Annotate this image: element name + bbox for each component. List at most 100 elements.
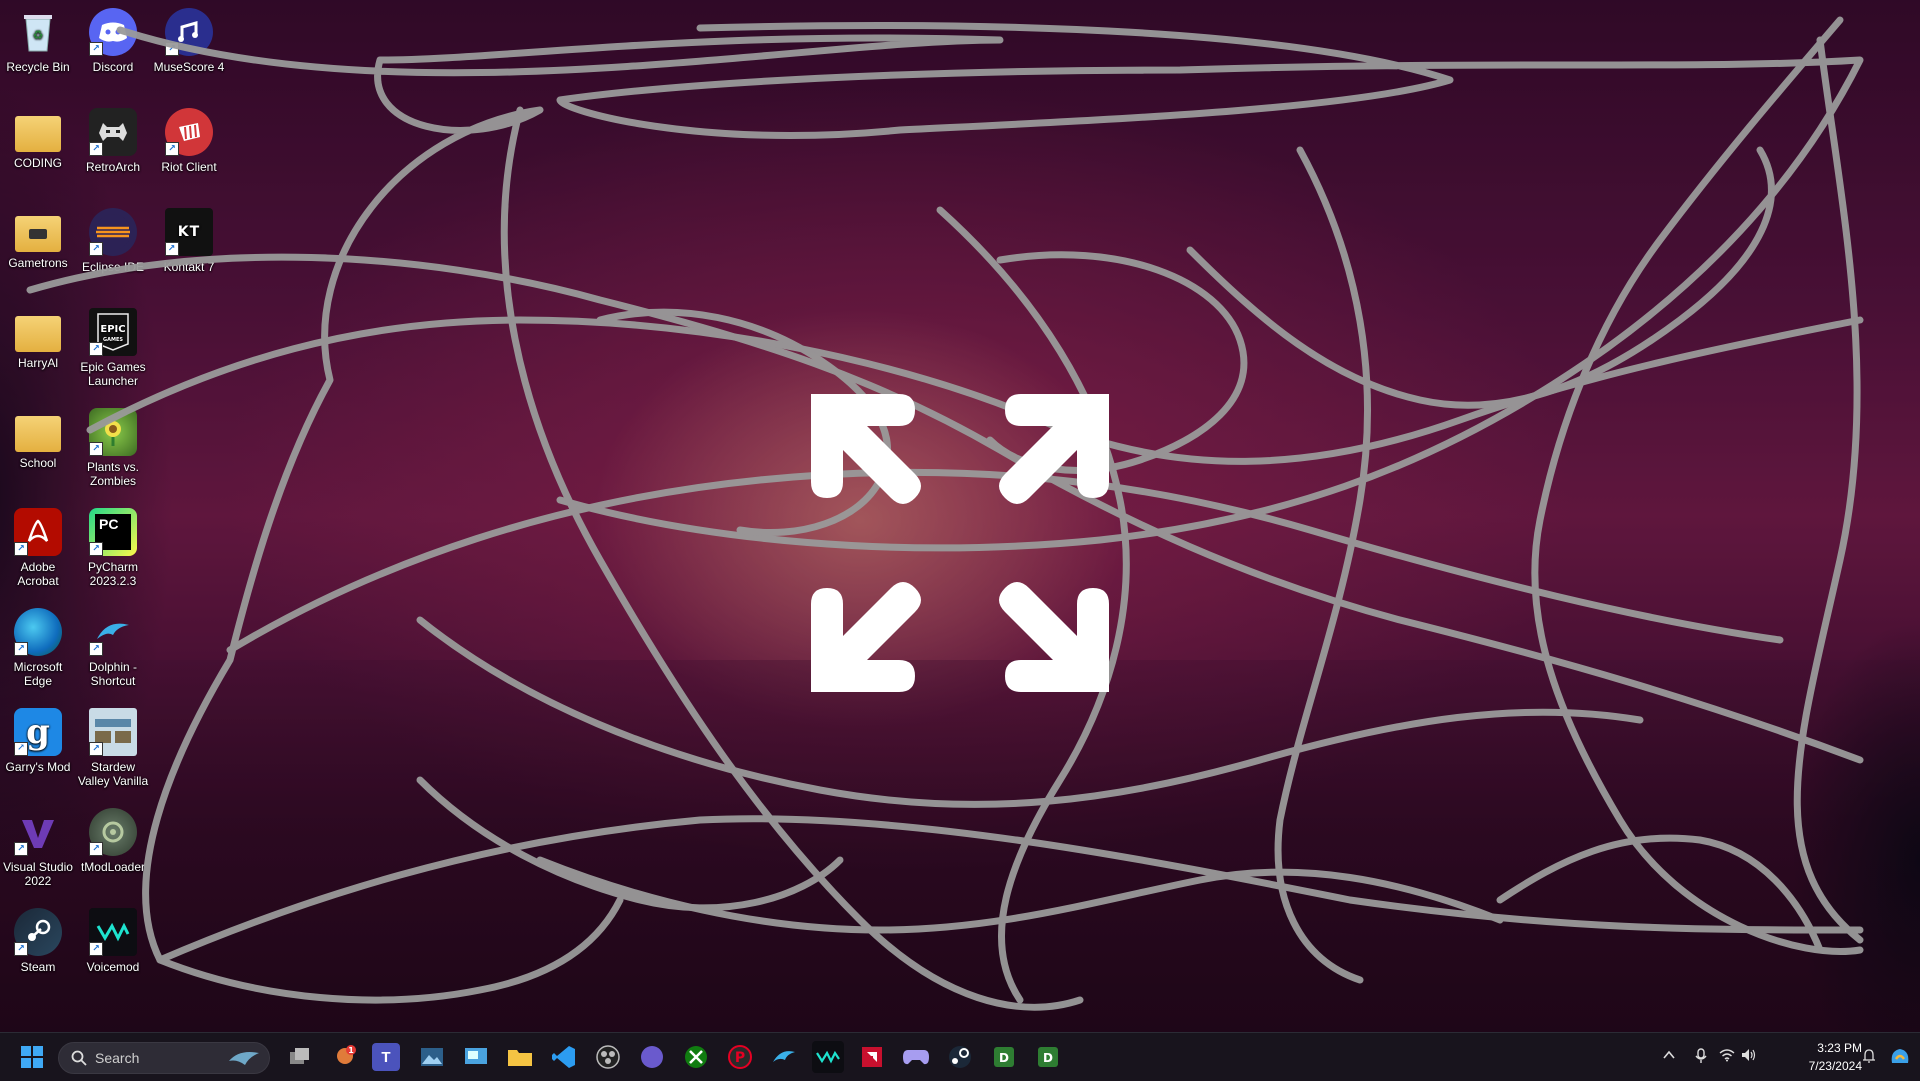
fullscreen-expand-icon[interactable] — [795, 378, 1125, 708]
start-button[interactable] — [16, 1041, 48, 1073]
desktop-icon-coding[interactable]: CODING — [0, 104, 76, 170]
tray-wifi[interactable] — [1718, 1048, 1736, 1066]
shortcut-arrow-icon: ↗ — [89, 342, 103, 356]
widgets-weather-icon: 1 — [337, 1045, 356, 1064]
desktop-icon-retroarch[interactable]: ↗ RetroArch — [75, 104, 151, 174]
desktop-icon-label: Eclipse IDE — [81, 260, 145, 274]
desktop-icon-visual-studio[interactable]: ↗ Visual Studio 2022 — [0, 804, 76, 888]
desktop-icon-tmodloader[interactable]: ↗ tModLoader — [75, 804, 151, 874]
discord-icon: ↗ — [89, 8, 137, 56]
desktop-icon-edge[interactable]: ↗ Microsoft Edge — [0, 604, 76, 688]
taskbar-app-amd[interactable] — [856, 1041, 888, 1073]
desktop-icon-gametrons[interactable]: Gametrons — [0, 204, 76, 270]
tray-copilot[interactable] — [1888, 1045, 1912, 1069]
svg-text:GAMES: GAMES — [103, 337, 123, 343]
desktop-icon-label: Steam — [20, 960, 56, 974]
svg-text:♻: ♻ — [33, 28, 44, 42]
recycle-bin-icon: ♻ — [14, 8, 62, 56]
desktop-icon-label: Adobe Acrobat — [17, 560, 59, 588]
taskbar-app-widgets[interactable]: 1 — [328, 1041, 360, 1073]
desktop-icon-harryal[interactable]: HarryAl — [0, 304, 76, 370]
voicemod-taskbar-icon — [816, 1050, 840, 1064]
obs-icon — [596, 1045, 620, 1069]
tray-microphone[interactable] — [1692, 1048, 1710, 1066]
desktop-icon-stardew[interactable]: ↗ Stardew Valley Vanilla — [75, 704, 151, 788]
taskbar-app-d-green-2[interactable]: D — [1032, 1041, 1064, 1073]
desktop-icon-epic-games[interactable]: EPIC GAMES ↗ Epic Games Launcher — [75, 304, 151, 388]
desktop-icon-label: Stardew Valley Vanilla — [77, 760, 149, 788]
desktop-icon-label: MuseScore 4 — [153, 60, 225, 74]
folder-icon — [15, 116, 61, 152]
desktop-icon-dolphin[interactable]: ↗ Dolphin - Shortcut — [75, 604, 151, 688]
shortcut-arrow-icon: ↗ — [165, 142, 179, 156]
desktop-icon-garrys-mod[interactable]: g ↗ Garry's Mod — [0, 704, 76, 774]
shortcut-arrow-icon: ↗ — [14, 942, 28, 956]
desktop-icon-label: CODING — [14, 156, 62, 170]
taskbar-app-control-panel[interactable] — [460, 1041, 492, 1073]
taskbar-app-pinterest[interactable]: P — [724, 1041, 756, 1073]
clock-date: 7/23/2024 — [1808, 1059, 1862, 1073]
shortcut-arrow-icon: ↗ — [165, 42, 179, 56]
desktop-icon-label: Dolphin - Shortcut — [88, 660, 138, 688]
task-view-button[interactable] — [284, 1041, 316, 1073]
tray-volume[interactable] — [1740, 1048, 1758, 1066]
desktop-icon-voicemod[interactable]: ↗ Voicemod — [75, 904, 151, 974]
desktop-icon-recycle-bin[interactable]: ♻ Recycle Bin — [0, 4, 76, 74]
taskbar-app-obs[interactable] — [592, 1041, 624, 1073]
tray-overflow-chevron[interactable] — [1660, 1048, 1678, 1066]
desktop-icon-eclipse[interactable]: ↗ Eclipse IDE — [75, 204, 151, 274]
shortcut-arrow-icon: ↗ — [89, 242, 103, 256]
vscode-icon — [552, 1046, 575, 1068]
desktop-icon-label: Gametrons — [8, 256, 68, 270]
desktop-icon-label: Riot Client — [161, 160, 217, 174]
shortcut-arrow-icon: ↗ — [14, 742, 28, 756]
voicemod-icon: ↗ — [89, 908, 137, 956]
desktop-icon-kontakt[interactable]: KT ↗ Kontakt 7 — [151, 204, 227, 274]
desktop-icon-discord[interactable]: ↗ Discord — [75, 4, 151, 74]
shortcut-arrow-icon: ↗ — [89, 142, 103, 156]
taskbar-search-box[interactable]: Search — [58, 1042, 270, 1074]
clock-time: 3:23 PM — [1817, 1041, 1862, 1055]
d-app-icon: D — [994, 1047, 1014, 1067]
taskbar-app-dolphin[interactable] — [768, 1041, 800, 1073]
shortcut-arrow-icon: ↗ — [89, 42, 103, 56]
svg-text:EPIC: EPIC — [100, 324, 125, 335]
windows-logo-icon — [21, 1046, 43, 1068]
shortcut-arrow-icon: ↗ — [89, 442, 103, 456]
adobe-acrobat-icon: ↗ — [14, 508, 62, 556]
shortcut-arrow-icon: ↗ — [89, 842, 103, 856]
visual-studio-icon: ↗ — [14, 808, 62, 856]
d-app-icon: D — [1038, 1047, 1058, 1067]
amd-icon — [862, 1047, 882, 1067]
desktop-icon-riot-client[interactable]: ↗ Riot Client — [151, 104, 227, 174]
taskbar-app-d-green-1[interactable]: D — [988, 1041, 1020, 1073]
desktop-icon-label: Visual Studio 2022 — [3, 860, 73, 888]
shortcut-arrow-icon: ↗ — [89, 742, 103, 756]
desktop-icon-musescore[interactable]: ↗ MuseScore 4 — [151, 4, 227, 74]
desktop-icon-pycharm[interactable]: PC ↗ PyCharm 2023.2.3 — [75, 504, 151, 588]
desktop-icon-label: tModLoader — [80, 860, 146, 874]
desktop-icon-steam[interactable]: ↗ Steam — [0, 904, 76, 974]
tray-notifications[interactable] — [1860, 1048, 1878, 1066]
dolphin-icon: ↗ — [89, 608, 137, 656]
taskbar-app-file-explorer[interactable] — [504, 1041, 536, 1073]
taskbar-app-game-controller[interactable] — [900, 1041, 932, 1073]
taskbar: Search 1 T P D D 3:23 PM 7/23/2024 — [0, 1032, 1920, 1081]
taskbar-app-steam[interactable] — [944, 1041, 976, 1073]
desktop-icon-plants-vs-zombies[interactable]: ↗ Plants vs. Zombies — [75, 404, 151, 488]
taskbar-app-vscode[interactable] — [548, 1041, 580, 1073]
desktop-icon-school[interactable]: School — [0, 404, 76, 470]
taskbar-app-xbox[interactable] — [680, 1041, 712, 1073]
taskbar-app-voicemod[interactable] — [812, 1041, 844, 1073]
desktop-icon-adobe-acrobat[interactable]: ↗ Adobe Acrobat — [0, 504, 76, 588]
microphone-icon — [1695, 1048, 1707, 1063]
taskbar-app-teams[interactable]: T — [372, 1043, 400, 1071]
messenger-icon — [641, 1046, 663, 1068]
shortcut-arrow-icon: ↗ — [14, 642, 28, 656]
taskbar-app-photos[interactable] — [416, 1041, 448, 1073]
folder-icon — [15, 416, 61, 452]
notification-badge: 1 — [348, 1046, 354, 1055]
desktop-icon-label: RetroArch — [85, 160, 141, 174]
taskbar-app-messenger[interactable] — [636, 1041, 668, 1073]
taskbar-clock[interactable]: 3:23 PM 7/23/2024 — [1782, 1039, 1862, 1075]
